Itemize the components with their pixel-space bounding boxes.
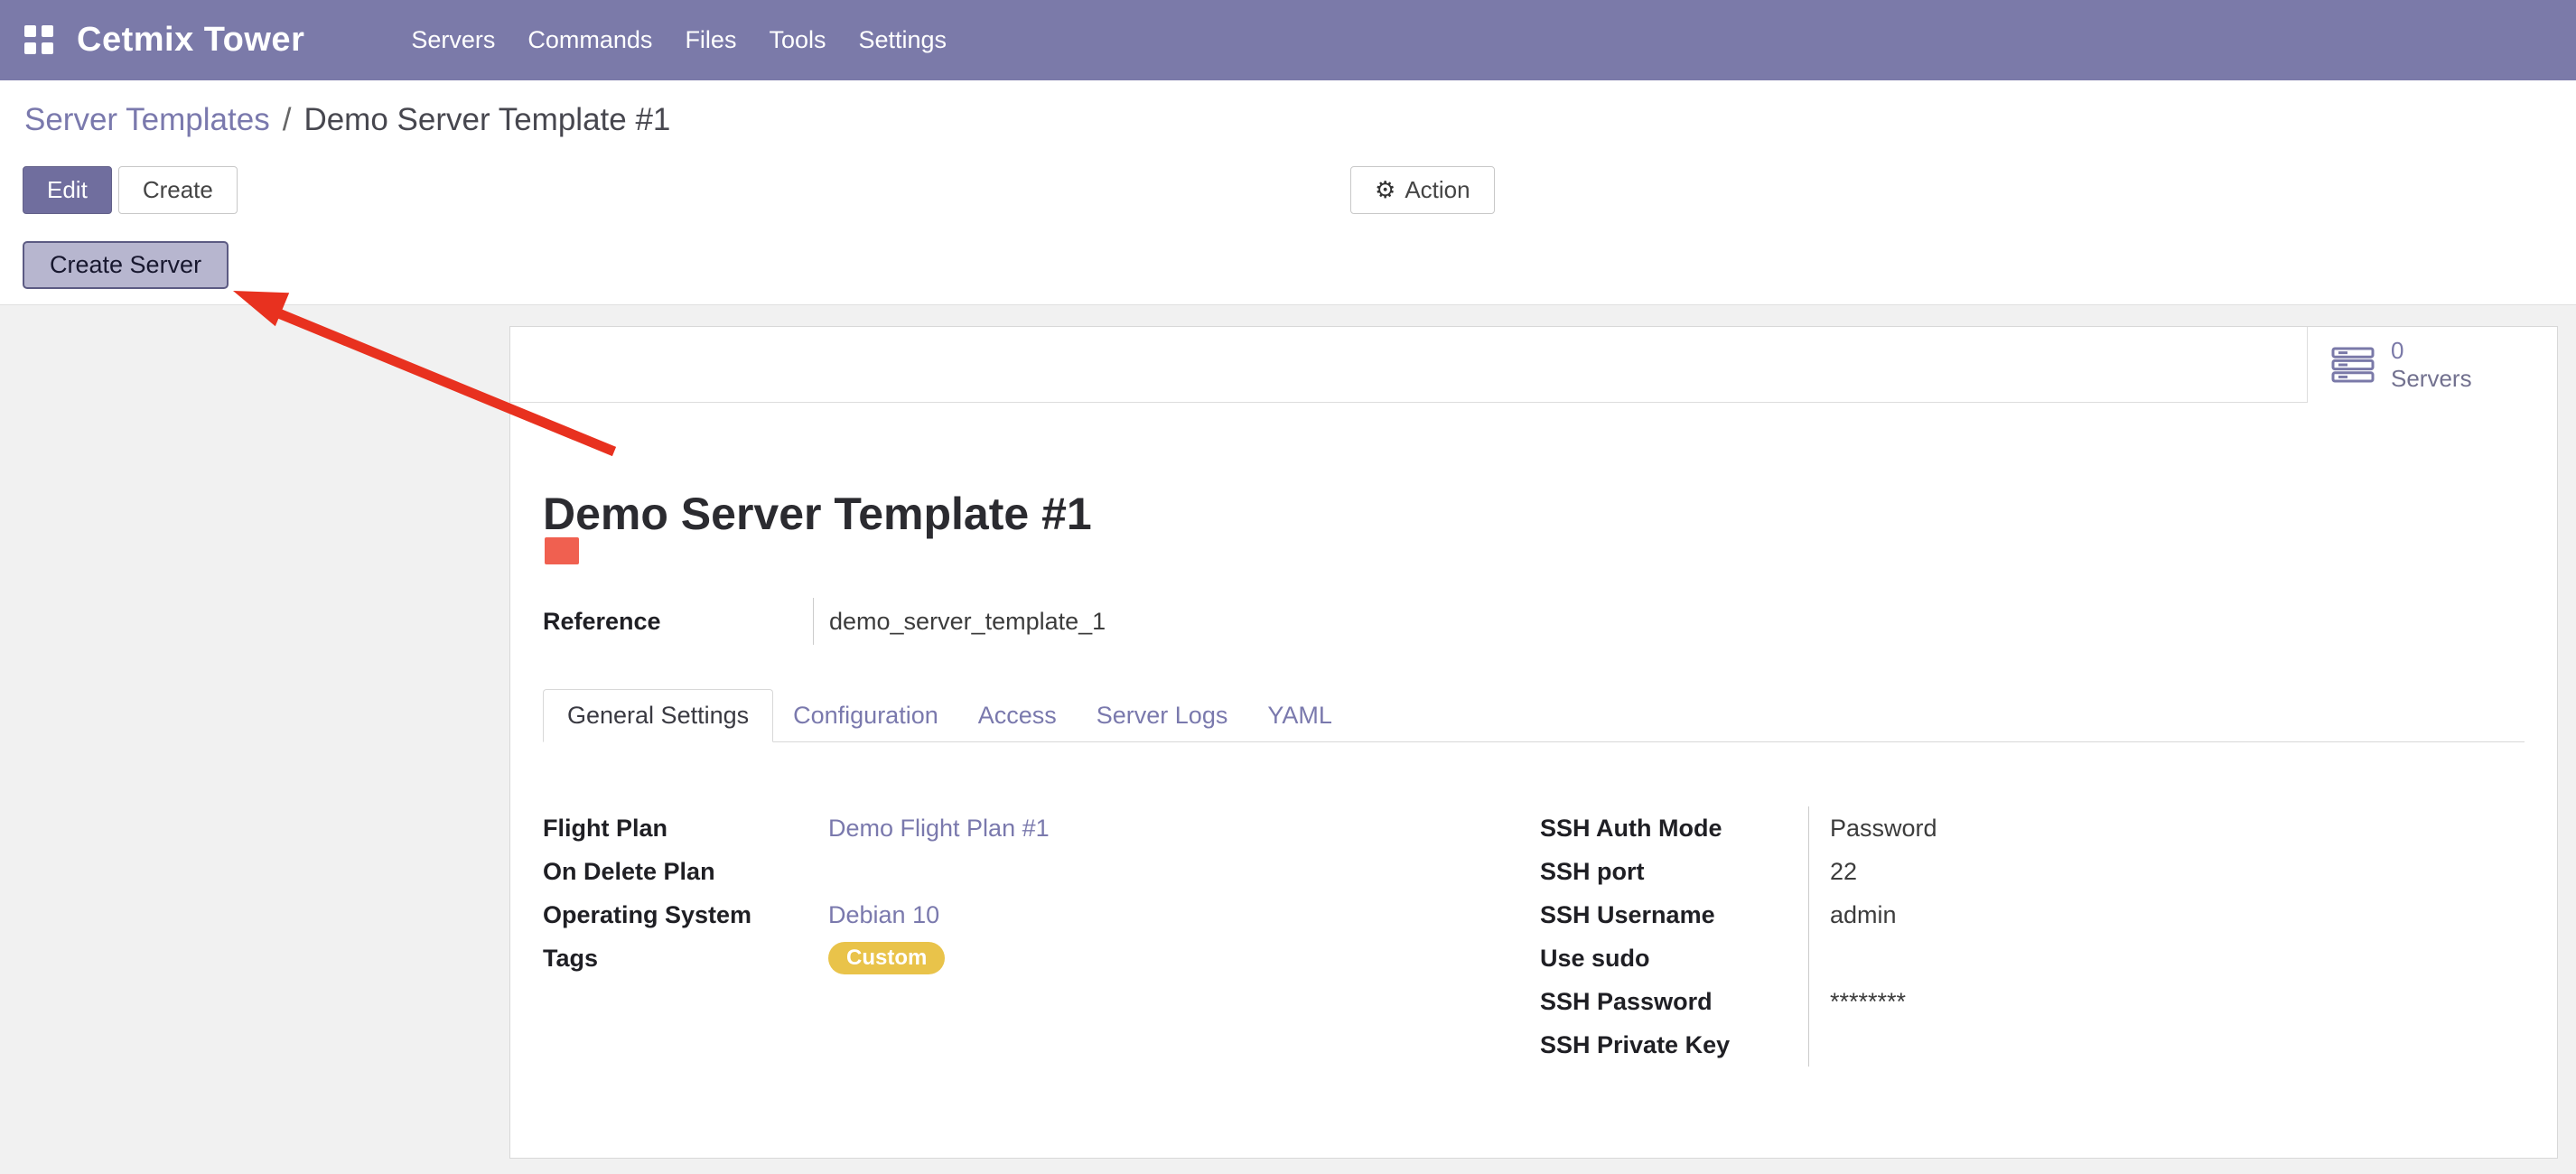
notebook-tabs: General Settings Configuration Access Se… [543, 687, 2525, 742]
breadcrumb-separator: / [283, 102, 292, 138]
ssh-username-label: SSH Username [1540, 893, 1808, 936]
main-menu: Servers Commands Files Tools Settings [395, 0, 963, 80]
field-row: On Delete Plan [543, 850, 1192, 893]
servers-icon [2331, 347, 2375, 383]
field-row: SSH port 22 [1540, 850, 2206, 893]
servers-stat-button[interactable]: 0 Servers [2307, 327, 2557, 403]
breadcrumb-current: Demo Server Template #1 [303, 102, 670, 138]
flight-plan-value-link[interactable]: Demo Flight Plan #1 [828, 815, 1050, 843]
create-server-button[interactable]: Create Server [23, 241, 229, 289]
menu-item-tools[interactable]: Tools [752, 0, 842, 80]
apps-grid-square [24, 42, 36, 54]
use-sudo-value [1808, 936, 2206, 980]
servers-stat-label: Servers [2391, 365, 2472, 393]
tag-custom[interactable]: Custom [828, 942, 945, 974]
field-row: SSH Username admin [1540, 893, 2206, 936]
apps-menu-icon[interactable] [24, 25, 55, 56]
flight-plan-label: Flight Plan [543, 806, 813, 850]
tab-yaml[interactable]: YAML [1247, 690, 1352, 741]
menu-item-commands[interactable]: Commands [511, 0, 668, 80]
field-row: SSH Password ******** [1540, 980, 2206, 1023]
tags-label: Tags [543, 936, 813, 980]
use-sudo-label: Use sudo [1540, 936, 1808, 980]
stat-button-box: 0 Servers [510, 327, 2557, 403]
field-row: SSH Auth Mode Password [1540, 806, 2206, 850]
ssh-auth-mode-label: SSH Auth Mode [1540, 806, 1808, 850]
field-row: SSH Private Key [1540, 1023, 2206, 1067]
field-row: Use sudo [1540, 936, 2206, 980]
record-title: Demo Server Template #1 [543, 489, 1092, 539]
action-menu-button[interactable]: ⚙ Action [1350, 166, 1495, 214]
reference-value: demo_server_template_1 [813, 598, 1283, 645]
menu-item-servers[interactable]: Servers [395, 0, 511, 80]
form-buttons: Edit Create [23, 166, 238, 214]
ssh-password-value: ******** [1808, 980, 2206, 1023]
ssh-private-key-value [1808, 1023, 2206, 1067]
breadcrumb-parent-link[interactable]: Server Templates [24, 102, 270, 138]
tab-general-settings[interactable]: General Settings [543, 689, 773, 742]
operating-system-label: Operating System [543, 893, 813, 936]
reference-label: Reference [543, 598, 813, 645]
apps-grid-square [42, 42, 53, 54]
ssh-port-label: SSH port [1540, 850, 1808, 893]
template-color-swatch [545, 537, 579, 564]
tab-server-logs[interactable]: Server Logs [1077, 690, 1248, 741]
menu-item-settings[interactable]: Settings [842, 0, 963, 80]
field-group-right: SSH Auth Mode Password SSH port 22 SSH U… [1540, 806, 2206, 1067]
ssh-port-value: 22 [1808, 850, 2206, 893]
ssh-auth-mode-value: Password [1808, 806, 2206, 850]
ssh-password-label: SSH Password [1540, 980, 1808, 1023]
create-button[interactable]: Create [118, 166, 238, 214]
on-delete-plan-label: On Delete Plan [543, 850, 813, 893]
servers-stat-value: 0 [2391, 337, 2472, 365]
reference-field-row: Reference demo_server_template_1 [543, 598, 1283, 645]
apps-grid-square [24, 25, 36, 37]
operating-system-value-link[interactable]: Debian 10 [828, 901, 939, 929]
field-row: Flight Plan Demo Flight Plan #1 [543, 806, 1192, 850]
edit-button[interactable]: Edit [23, 166, 112, 214]
app-brand[interactable]: Cetmix Tower [77, 21, 304, 60]
ssh-private-key-label: SSH Private Key [1540, 1023, 1808, 1067]
ssh-username-value: admin [1808, 893, 2206, 936]
gear-icon: ⚙ [1375, 176, 1395, 204]
menu-item-files[interactable]: Files [668, 0, 752, 80]
servers-stat-text: 0 Servers [2391, 337, 2472, 392]
action-menu-label: Action [1405, 176, 1470, 204]
field-row: Operating System Debian 10 [543, 893, 1192, 936]
field-group-left: Flight Plan Demo Flight Plan #1 On Delet… [543, 806, 1192, 980]
tab-configuration[interactable]: Configuration [773, 690, 958, 741]
tab-access[interactable]: Access [958, 690, 1077, 741]
breadcrumb: Server Templates / Demo Server Template … [24, 102, 670, 138]
on-delete-plan-value [813, 850, 1192, 893]
apps-grid-square [42, 25, 53, 37]
content-background: 0 Servers Demo Server Template #1 Refere… [0, 304, 2576, 1174]
field-row: Tags Custom [543, 936, 1192, 980]
top-navbar: Cetmix Tower Servers Commands Files Tool… [0, 0, 2576, 80]
server-template-form-card: 0 Servers Demo Server Template #1 Refere… [509, 326, 2558, 1159]
